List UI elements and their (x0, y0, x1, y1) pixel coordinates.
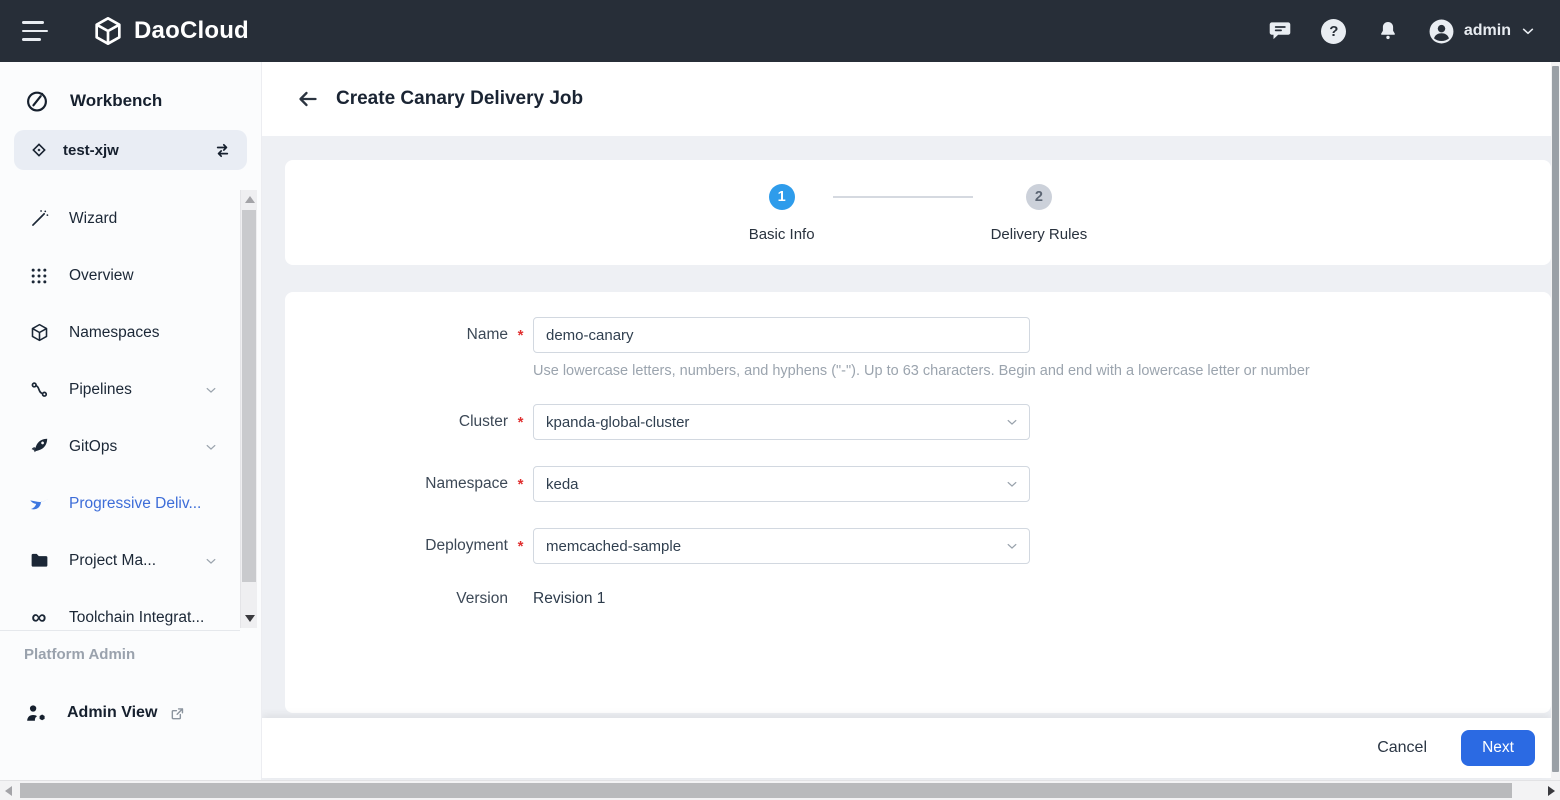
top-header-bar: DaoCloud ? admin (0, 0, 1560, 62)
logo-text: DaoCloud (134, 17, 249, 45)
chevron-down-icon (204, 383, 218, 397)
sidebar-item-overview[interactable]: Overview (0, 247, 240, 304)
form-card: Name * Use lowercase letters, numbers, a… (285, 292, 1551, 713)
horizontal-scrollbar[interactable] (0, 780, 1560, 800)
workbench-label: Workbench (70, 91, 162, 111)
name-field-row: Name * (285, 317, 1551, 353)
avatar (1428, 18, 1455, 45)
stepper-connector-line (833, 196, 973, 198)
cluster-field-row: Cluster * kpanda-global-cluster (285, 404, 1551, 440)
deployment-select[interactable]: memcached-sample (533, 528, 1030, 564)
form-footer: Cancel Next (262, 718, 1551, 778)
cube-icon (27, 322, 51, 343)
admin-view-label: Admin View (67, 704, 157, 722)
scroll-down-arrow-icon[interactable] (245, 615, 255, 622)
workspace-name: test-xjw (63, 142, 119, 159)
vertical-scrollbar[interactable] (1551, 62, 1560, 780)
sidebar-item-gitops[interactable]: GitOps (0, 418, 240, 475)
namespace-select[interactable]: keda (533, 466, 1030, 502)
name-input[interactable] (533, 317, 1030, 353)
page-title: Create Canary Delivery Job (336, 88, 583, 110)
cluster-select[interactable]: kpanda-global-cluster (533, 404, 1030, 440)
sidebar: Workbench test-xjw (0, 62, 262, 780)
chevron-down-icon (204, 440, 218, 454)
folder-icon (27, 550, 51, 571)
step-1-circle: 1 (769, 184, 795, 210)
name-hint-text: Use lowercase letters, numbers, and hyph… (533, 363, 1551, 379)
version-value: Revision 1 (533, 590, 605, 607)
daocloud-cube-icon (92, 15, 124, 47)
required-marker: * (508, 414, 533, 431)
step-2-label: Delivery Rules (991, 226, 1088, 243)
chevron-down-icon (204, 554, 218, 568)
external-link-icon (169, 705, 186, 722)
sidebar-scrollbar[interactable] (240, 190, 257, 628)
next-button[interactable]: Next (1461, 730, 1535, 766)
step-delivery-rules: 2 Delivery Rules (991, 184, 1088, 243)
user-name: admin (1464, 22, 1511, 40)
sidebar-item-pipelines[interactable]: Pipelines (0, 361, 240, 418)
deployment-label: Deployment (285, 537, 508, 555)
sidebar-item-project-management[interactable]: Project Ma... (0, 532, 240, 589)
user-menu[interactable]: admin (1428, 18, 1536, 45)
scroll-right-arrow-icon[interactable] (1548, 786, 1555, 796)
infinity-icon: ∞ (27, 607, 51, 628)
platform-admin-section-label: Platform Admin (24, 646, 135, 663)
daocloud-logo[interactable]: DaoCloud (92, 15, 249, 47)
cancel-button[interactable]: Cancel (1377, 739, 1427, 757)
workspace-selector[interactable]: test-xjw (14, 130, 247, 170)
back-arrow-icon[interactable] (295, 86, 321, 112)
main-content: Create Canary Delivery Job 1 Basic Info … (262, 62, 1551, 780)
vertical-scrollbar-thumb[interactable] (1552, 66, 1559, 772)
page-header: Create Canary Delivery Job (262, 62, 1551, 136)
required-marker: * (508, 538, 533, 555)
required-marker: * (508, 476, 533, 493)
sidebar-divider (0, 630, 240, 631)
sidebar-item-wizard[interactable]: Wizard (0, 190, 240, 247)
sidebar-nav: Wizard Overview Namespaces (0, 190, 240, 646)
rocket-icon (27, 436, 51, 457)
deployment-field-row: Deployment * memcached-sample (285, 528, 1551, 564)
grid-dots-icon (27, 266, 51, 286)
sidebar-scrollbar-thumb[interactable] (242, 210, 256, 582)
namespace-label: Namespace (285, 475, 508, 493)
stepper: 1 Basic Info 2 Delivery Rules (749, 184, 1088, 265)
workbench-header: Workbench (0, 62, 261, 114)
admin-user-icon (24, 702, 47, 725)
switch-workspace-icon[interactable] (212, 140, 233, 161)
scroll-left-arrow-icon[interactable] (5, 786, 12, 796)
sidebar-item-namespaces[interactable]: Namespaces (0, 304, 240, 361)
version-label: Version (285, 590, 508, 608)
user-chevron-down-icon (1520, 23, 1536, 39)
help-icon[interactable]: ? (1320, 17, 1348, 45)
pipeline-icon (27, 379, 51, 400)
namespace-field-row: Namespace * keda (285, 466, 1551, 502)
chat-icon[interactable] (1266, 17, 1294, 45)
menu-hamburger-icon[interactable] (22, 21, 52, 41)
cluster-label: Cluster (285, 413, 508, 431)
step-2-circle: 2 (1026, 184, 1052, 210)
step-1-label: Basic Info (749, 226, 815, 243)
bird-icon (27, 493, 51, 515)
version-field-row: Version Revision 1 (285, 590, 1551, 608)
step-basic-info: 1 Basic Info (749, 184, 815, 243)
notifications-bell-icon[interactable] (1374, 17, 1402, 45)
horizontal-scrollbar-thumb[interactable] (20, 783, 1512, 798)
stepper-card: 1 Basic Info 2 Delivery Rules (285, 160, 1551, 265)
workspace-cube-icon (29, 140, 49, 160)
workbench-icon (24, 88, 50, 114)
required-marker: * (508, 327, 533, 344)
sidebar-item-toolchain-integration[interactable]: ∞ Toolchain Integrat... (0, 589, 240, 646)
scroll-up-arrow-icon[interactable] (245, 196, 255, 203)
wand-icon (27, 208, 51, 229)
sidebar-item-progressive-delivery[interactable]: Progressive Deliv... (0, 475, 240, 532)
sidebar-item-admin-view[interactable]: Admin View (0, 690, 240, 736)
name-label: Name (285, 326, 508, 344)
